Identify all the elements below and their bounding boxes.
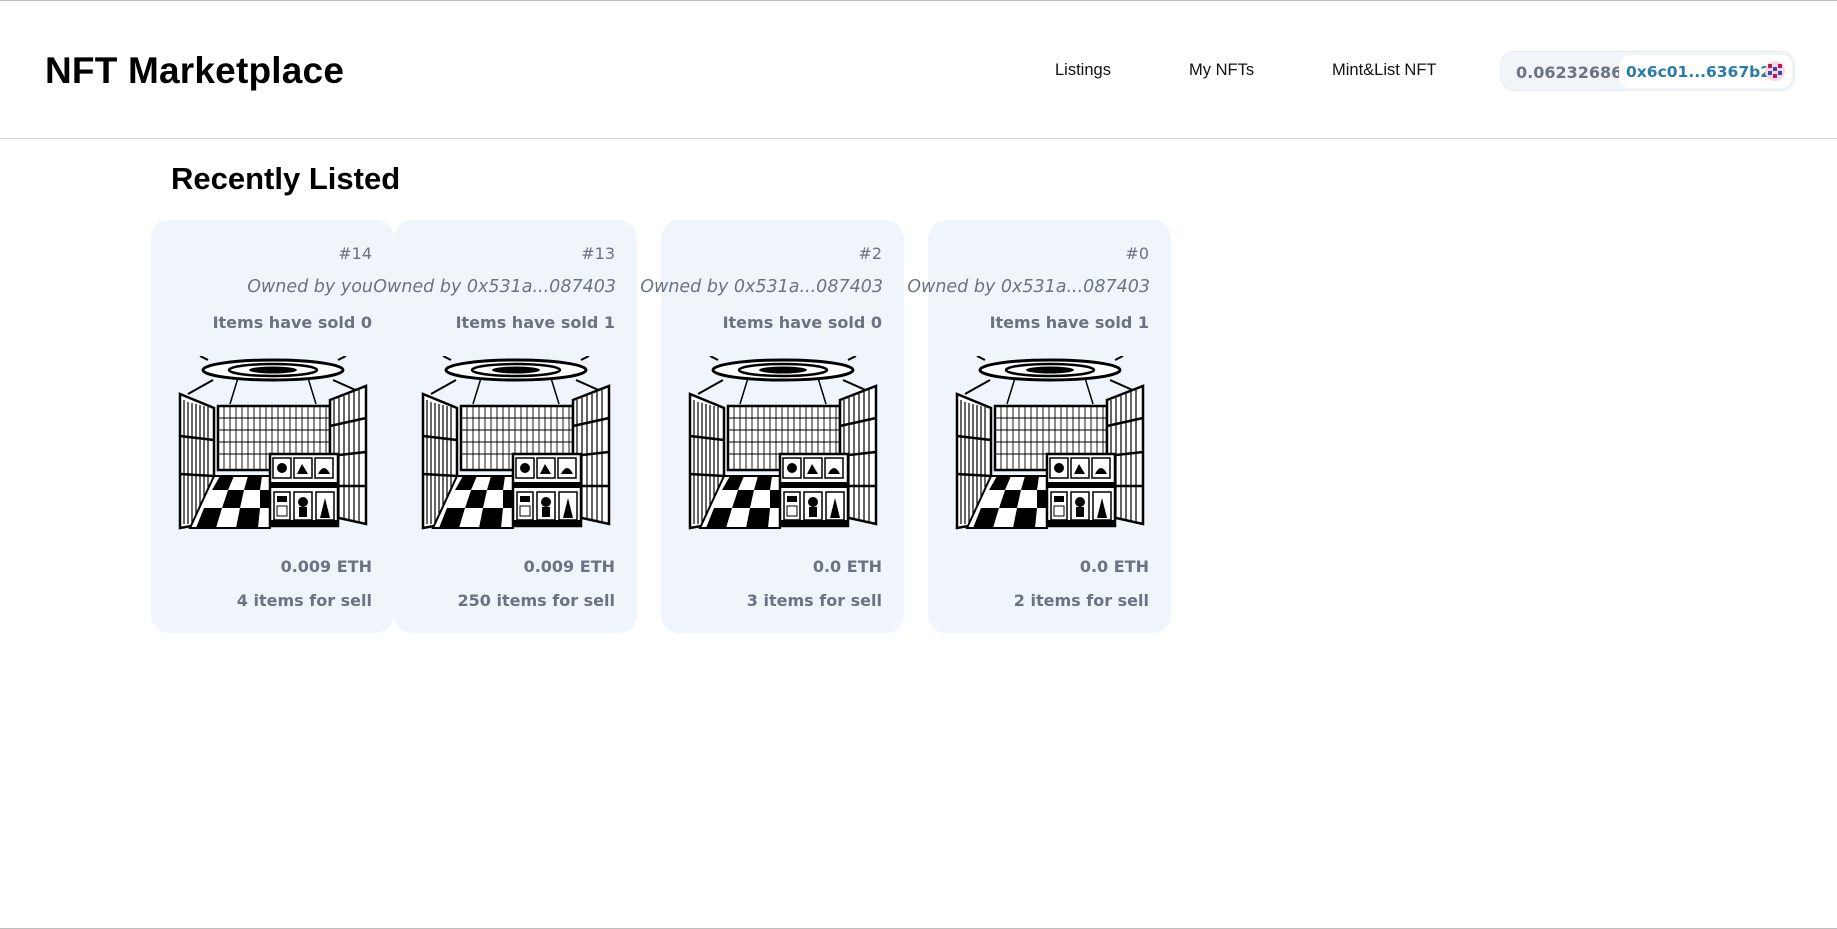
app-window: NFT Marketplace Listings My NFTs Mint&Li…: [0, 0, 1837, 929]
nav-link-mint-list-nft[interactable]: Mint&List NFT: [1332, 61, 1437, 80]
identicon-avatar-icon: [1765, 61, 1785, 81]
bookstore-interior-image: [688, 356, 878, 530]
token-id: #2: [858, 244, 882, 263]
token-id: #14: [338, 244, 372, 263]
page-title: Recently Listed: [171, 161, 401, 196]
bookstore-interior-image: [178, 356, 368, 530]
nft-card[interactable]: #0 Owned by 0x531a...087403 Items have s…: [907, 220, 1171, 633]
stock-label: 3 items for sell: [746, 591, 882, 610]
sold-count: Items have sold 1: [989, 313, 1149, 332]
nav-link-my-nfts[interactable]: My NFTs: [1189, 61, 1254, 80]
stock-label: 2 items for sell: [1013, 591, 1149, 610]
stock-label: 250 items for sell: [457, 591, 615, 610]
price-label: 0.009 ETH: [523, 557, 615, 576]
sold-count: Items have sold 0: [722, 313, 882, 332]
price-label: 0.0 ETH: [812, 557, 882, 576]
nav-link-listings[interactable]: Listings: [1055, 61, 1111, 80]
brand-title: NFT Marketplace: [45, 50, 345, 91]
nft-card[interactable]: #2 Owned by 0x531a...087403 Items have s…: [640, 220, 904, 633]
sold-count: Items have sold 1: [455, 313, 615, 332]
nft-card[interactable]: #13 Owned by 0x531a...087403 Items have …: [373, 220, 637, 633]
wallet-address: 0x6c01...6367b2: [1626, 63, 1772, 81]
bookstore-interior-image: [955, 356, 1145, 530]
wallet-account-chip[interactable]: 0x6c01...6367b2: [1619, 55, 1792, 88]
token-id: #0: [1125, 244, 1149, 263]
price-label: 0.009 ETH: [280, 557, 372, 576]
top-navbar: NFT Marketplace Listings My NFTs Mint&Li…: [0, 2, 1837, 139]
owner-label: Owned by 0x531a...087403: [640, 277, 883, 297]
price-label: 0.0 ETH: [1079, 557, 1149, 576]
owner-label: Owned by you: [247, 277, 373, 297]
wallet-balance: 0.06232686: [1516, 63, 1623, 82]
owner-label: Owned by 0x531a...087403: [373, 277, 616, 297]
wallet-connect-button[interactable]: 0.06232686 0x6c01...6367b2: [1500, 51, 1795, 91]
stock-label: 4 items for sell: [236, 591, 372, 610]
nft-card[interactable]: #14 Owned by you Items have sold 0 0.009…: [151, 220, 394, 633]
token-id: #13: [581, 244, 615, 263]
sold-count: Items have sold 0: [212, 313, 372, 332]
bookstore-interior-image: [421, 356, 611, 530]
owner-label: Owned by 0x531a...087403: [907, 277, 1150, 297]
